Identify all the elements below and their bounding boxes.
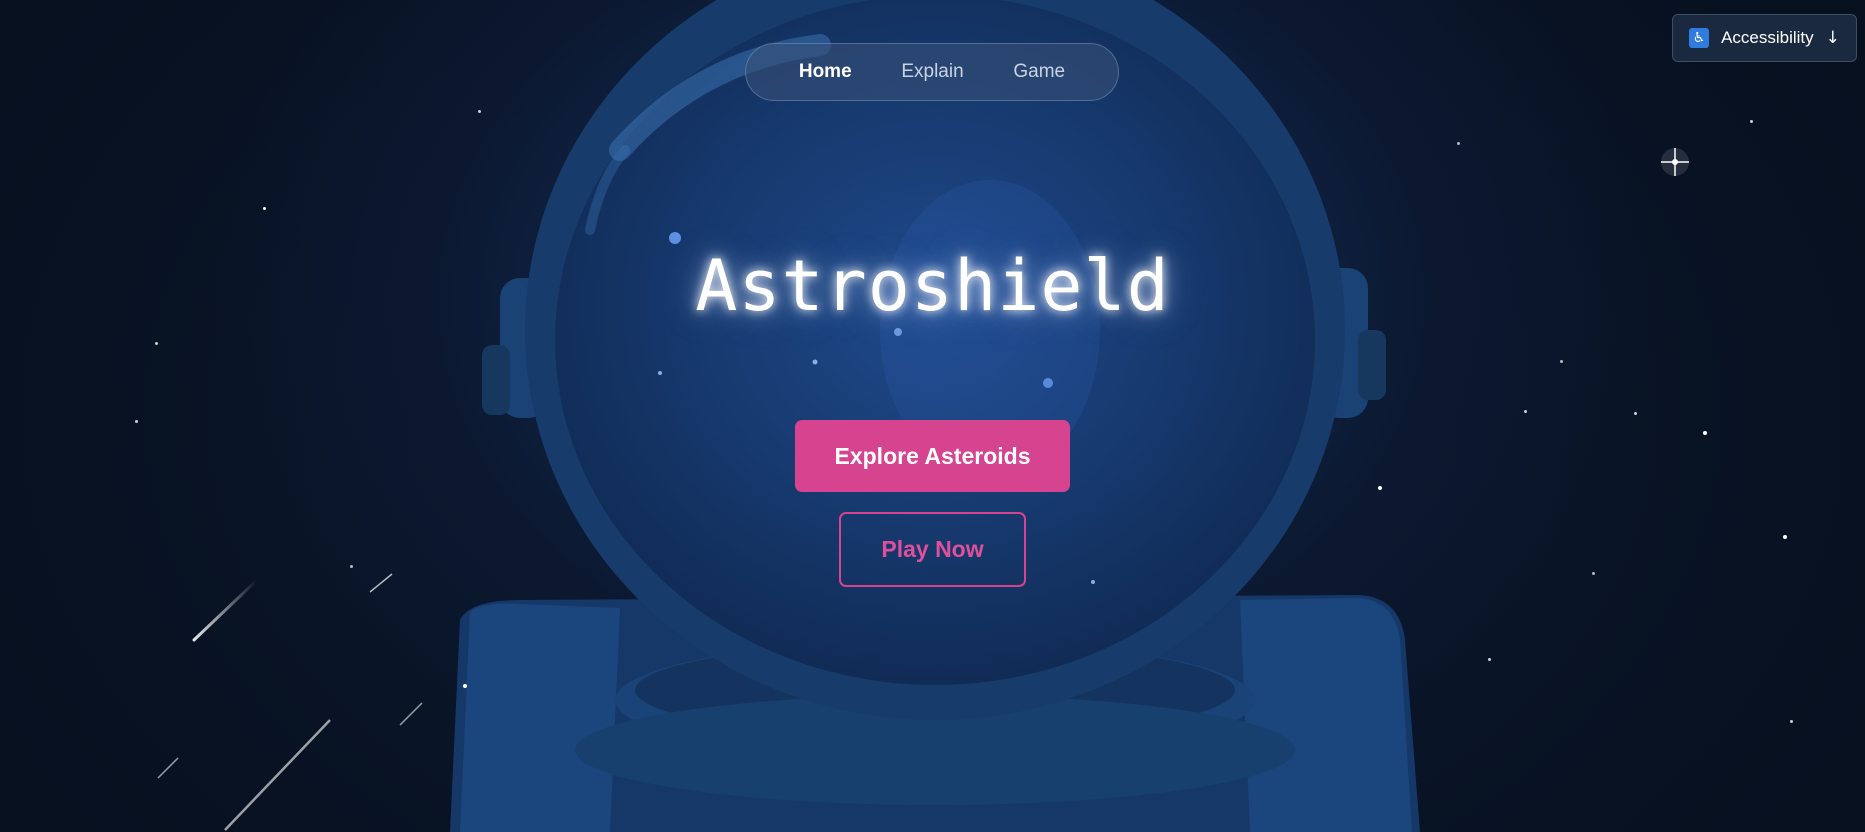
main-nav: Home Explain Game [745, 43, 1119, 101]
star [1750, 120, 1753, 123]
star [263, 207, 266, 210]
star [350, 565, 353, 568]
nav-item-home[interactable]: Home [789, 55, 862, 89]
wheelchair-icon: ♿ [1689, 28, 1710, 48]
accessibility-button[interactable]: ♿ Accessibility ↓ [1672, 14, 1857, 62]
star [1488, 658, 1491, 661]
nav-item-game[interactable]: Game [1003, 55, 1075, 89]
star [1783, 535, 1787, 539]
star [1524, 410, 1527, 413]
star [463, 684, 467, 688]
star [1592, 572, 1595, 575]
star [1560, 360, 1563, 363]
astronaut-illustration [157, 0, 1689, 832]
nav-item-explain[interactable]: Explain [891, 55, 973, 89]
page-title: Astroshield [695, 245, 1170, 327]
explore-asteroids-button[interactable]: Explore Asteroids [795, 420, 1070, 492]
star [478, 110, 481, 113]
star [1634, 412, 1637, 415]
arrow-down-icon: ↓ [1825, 28, 1840, 48]
star [1790, 720, 1793, 723]
star [1703, 431, 1707, 435]
accessibility-label: Accessibility [1721, 28, 1814, 47]
star [155, 342, 158, 345]
star [135, 420, 138, 423]
play-now-button[interactable]: Play Now [839, 512, 1026, 587]
hero-background: Home Explain Game ♿ Accessibility ↓ Astr… [0, 0, 1865, 832]
star [1457, 142, 1460, 145]
star [1378, 486, 1382, 490]
